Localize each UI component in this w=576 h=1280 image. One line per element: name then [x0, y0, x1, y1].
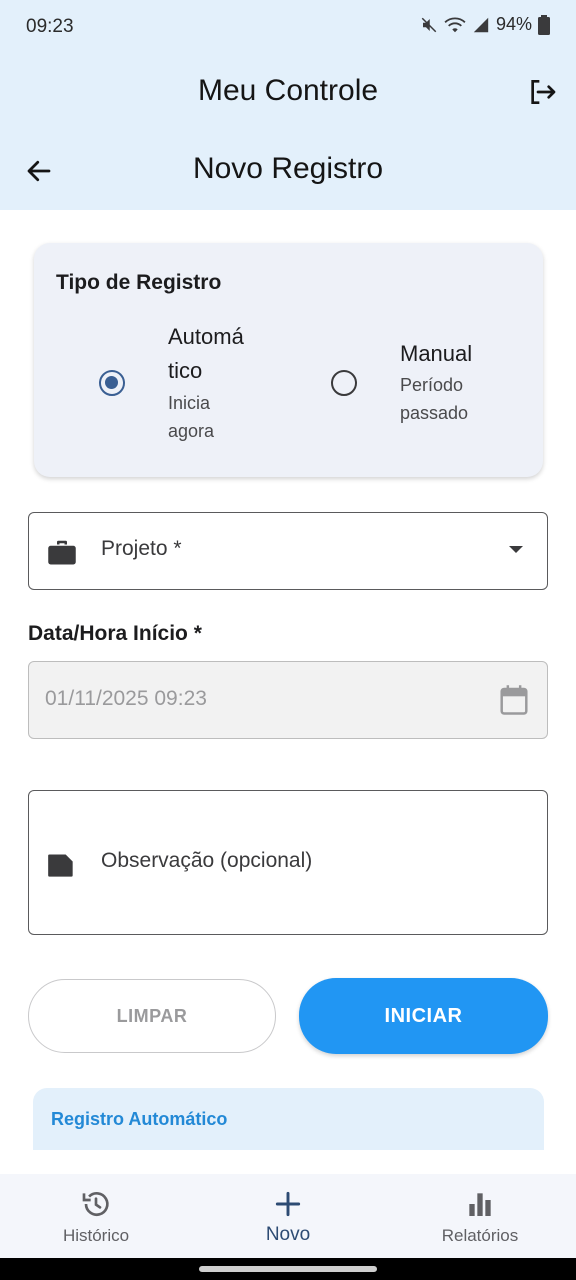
notes-input[interactable]: Observação (opcional) [28, 790, 548, 935]
radio-automatic[interactable] [99, 370, 125, 396]
app-title: Meu Controle [197, 74, 379, 107]
info-card-title: Registro Automático [51, 1109, 228, 1129]
battery-icon [538, 14, 550, 35]
project-dropdown[interactable]: Projeto * [28, 512, 548, 590]
note-icon [48, 854, 73, 877]
bar-chart-icon [469, 1193, 491, 1216]
nav-label-history: Histórico [62, 1226, 130, 1245]
nav-item-reports[interactable]: Relatórios [384, 1174, 576, 1258]
clear-button[interactable]: LIMPAR [28, 979, 276, 1053]
option-manual-description: Período passado [400, 375, 469, 423]
plus-icon [275, 1191, 301, 1217]
wifi-icon [444, 17, 466, 32]
automatic-record-info-card: Registro Automático [33, 1088, 544, 1150]
top-app-area: 09:23 94% Meu Controle Novo Registro [0, 0, 576, 210]
nav-item-new[interactable]: Novo [192, 1174, 384, 1258]
record-type-card: Tipo de Registro Automá tico Inicia agor… [34, 243, 543, 477]
status-icons: 94% [420, 14, 550, 35]
history-icon [82, 1192, 109, 1216]
project-placeholder: Projeto * [101, 537, 182, 560]
start-button[interactable]: INICIAR [299, 978, 548, 1054]
start-datetime-value: 01/11/2025 09:23 [45, 687, 207, 710]
option-manual-label[interactable]: Manual [400, 337, 472, 371]
mute-icon [421, 17, 437, 32]
status-time: 09:23 [26, 16, 74, 37]
page-title: Novo Registro [192, 152, 384, 185]
bottom-navigation: Histórico Novo Relatórios [0, 1174, 576, 1258]
start-datetime-label: Data/Hora Início * [28, 622, 202, 645]
battery-percent: 94% [495, 14, 532, 34]
start-datetime-field: 01/11/2025 09:23 [28, 661, 548, 739]
signal-icon [473, 17, 489, 32]
record-type-title: Tipo de Registro [56, 271, 222, 294]
nav-label-new: Novo [265, 1224, 311, 1245]
option-automatic-description: Inicia agora [168, 393, 215, 441]
nav-label-reports: Relatórios [441, 1226, 519, 1245]
radio-manual[interactable] [331, 370, 357, 396]
option-automatic-label[interactable]: Automá tico [168, 320, 258, 388]
home-gesture-bar[interactable] [199, 1266, 377, 1272]
system-gesture-area [0, 1258, 576, 1280]
logout-icon[interactable] [526, 76, 558, 108]
briefcase-icon [48, 540, 76, 565]
dropdown-caret-icon [509, 546, 523, 553]
notes-placeholder: Observação (opcional) [101, 849, 313, 872]
calendar-icon [500, 685, 528, 715]
nav-item-history[interactable]: Histórico [0, 1174, 192, 1258]
